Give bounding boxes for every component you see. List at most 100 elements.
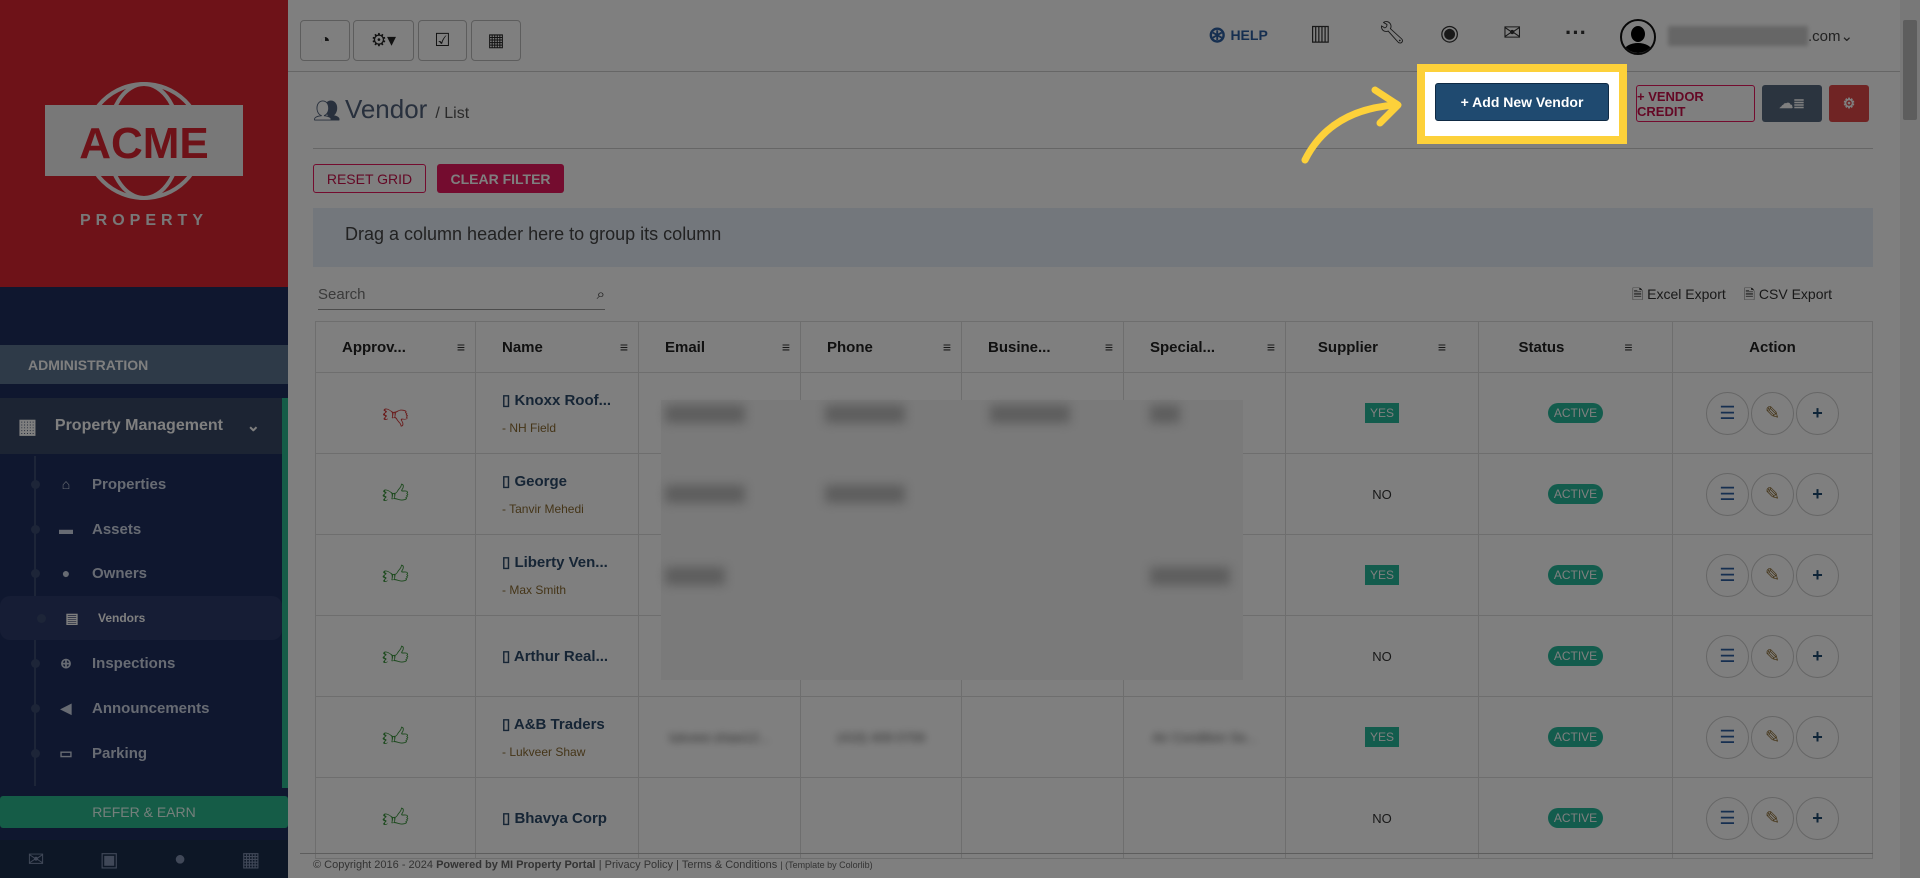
edit-button[interactable]: ✎	[1751, 715, 1794, 759]
svg-text:PROPERTY: PROPERTY	[80, 212, 208, 229]
vendor-name-link[interactable]: ▯ George	[502, 472, 567, 490]
filter-icon[interactable]: ≡	[620, 339, 628, 355]
thumbs-up-icon[interactable]: 👍︎	[382, 803, 409, 834]
details-button[interactable]: ☰	[1706, 634, 1749, 678]
pencil-icon: ✎	[1764, 726, 1781, 747]
wrench-icon[interactable]: 🔧︎	[1378, 20, 1406, 46]
column-header[interactable]: Name ≡	[476, 321, 639, 373]
edit-button[interactable]: ✎	[1751, 634, 1794, 678]
vendor-name-link[interactable]: ▯ Liberty Ven...	[502, 553, 608, 571]
add-button[interactable]: +	[1796, 472, 1839, 516]
calendar-button[interactable]: ☑	[418, 20, 467, 61]
table-cell: NO	[1286, 454, 1479, 535]
csv-export-button[interactable]: 🗎︎ CSV Export	[1744, 284, 1832, 308]
add-button[interactable]: +	[1796, 391, 1839, 435]
calculator-icon[interactable]: ▦	[241, 847, 260, 872]
sidebar-section-administration: ADMINISTRATION	[0, 345, 288, 384]
clear-filter-button[interactable]: CLEAR FILTER	[437, 164, 564, 193]
edit-button[interactable]: ✎	[1751, 553, 1794, 597]
sidebar-item-owners[interactable]: ● Owners	[0, 551, 282, 595]
details-button[interactable]: ☰	[1706, 472, 1749, 516]
column-header[interactable]: Phone ≡	[801, 321, 962, 373]
details-button[interactable]: ☰	[1706, 715, 1749, 759]
import-button[interactable]: ☁≣	[1762, 85, 1822, 122]
refer-earn-button[interactable]: REFER & EARN	[0, 796, 288, 828]
table-cell: ▯ Arthur Real...	[476, 616, 639, 697]
help-link[interactable]: ⊛ HELP	[1208, 22, 1268, 48]
pencil-icon: ✎	[1764, 807, 1781, 828]
filter-icon[interactable]: ≡	[457, 339, 465, 355]
sidebar-item-parking[interactable]: ▭ Parking	[0, 731, 282, 775]
redacted-value	[990, 405, 1070, 423]
settings-dropdown-button[interactable]: ⚙▾	[353, 20, 414, 61]
sidebar-group-property-management[interactable]: ▦ Property Management ⌄	[0, 398, 282, 454]
filter-icon[interactable]: ≡	[1105, 339, 1113, 355]
sidebar-item-vendors[interactable]: ▤ Vendors	[0, 596, 282, 640]
table-cell: ☰ ✎ +	[1673, 778, 1873, 859]
calculator-icon: ▦	[487, 30, 505, 50]
column-header[interactable]: Busine... ≡	[962, 321, 1124, 373]
logo[interactable]: ACME PROPERTY	[0, 0, 288, 287]
group-drop-zone[interactable]: Drag a column header here to group its c…	[313, 208, 1873, 267]
add-new-vendor-button[interactable]: + Add New Vendor	[1435, 83, 1609, 121]
add-button[interactable]: +	[1796, 796, 1839, 840]
privacy-link[interactable]: | Privacy Policy	[599, 859, 673, 871]
terms-link[interactable]: | Terms & Conditions	[676, 859, 777, 871]
column-header[interactable]: Special... ≡	[1124, 321, 1286, 373]
thumbs-up-icon[interactable]: 👍︎	[382, 560, 409, 591]
vendor-name-link[interactable]: ▯ Knoxx Roof...	[502, 391, 611, 409]
details-button[interactable]: ☰	[1706, 796, 1749, 840]
filter-icon[interactable]: ≡	[1267, 339, 1275, 355]
thumbs-up-icon[interactable]: 👍︎	[382, 722, 409, 753]
filter-icon[interactable]: ≡	[943, 339, 951, 355]
edit-button[interactable]: ✎	[1751, 391, 1794, 435]
more-icon[interactable]: ···	[1565, 20, 1587, 46]
thumbs-up-icon[interactable]: 👍︎	[382, 479, 409, 510]
column-header[interactable]: Supplier ≡	[1286, 321, 1479, 373]
scrollbar-thumb[interactable]	[1903, 20, 1917, 120]
user-menu[interactable]: .com ⌄	[1668, 26, 1853, 46]
mail-icon[interactable]: ✉	[1503, 20, 1521, 46]
add-button[interactable]: +	[1796, 553, 1839, 597]
sidebar-item-assets[interactable]: ▬ Assets	[0, 507, 282, 551]
user-icon[interactable]: ●	[174, 848, 186, 871]
column-header[interactable]: Approv... ≡	[315, 321, 476, 373]
add-button[interactable]: +	[1796, 634, 1839, 678]
column-header[interactable]: Status ≡	[1479, 321, 1673, 373]
vendor-credit-button[interactable]: + VENDOR CREDIT	[1636, 85, 1755, 122]
eye-icon[interactable]: ◉	[1440, 20, 1459, 46]
briefcase-icon[interactable]: ▣	[100, 847, 119, 872]
filter-icon[interactable]: ≡	[782, 339, 790, 355]
thumbs-down-icon[interactable]: 👎︎	[382, 398, 408, 429]
edit-button[interactable]: ✎	[1751, 796, 1794, 840]
filter-icon[interactable]: ≡	[1438, 339, 1446, 355]
settings-button[interactable]: ⚙	[1829, 85, 1869, 122]
reports-chart-icon[interactable]: ▥	[1310, 20, 1331, 46]
table-cell: 👎︎	[315, 373, 476, 454]
calculator-button[interactable]: ▦	[471, 20, 521, 61]
filter-icon[interactable]: ≡	[1624, 339, 1632, 355]
edit-button[interactable]: ✎	[1751, 472, 1794, 516]
add-button[interactable]: +	[1796, 715, 1839, 759]
column-header[interactable]: Email ≡	[639, 321, 801, 373]
thumbs-up-icon[interactable]: 👍︎	[382, 641, 409, 672]
powered-by-link[interactable]: Powered by MI Property Portal	[436, 859, 596, 871]
column-header[interactable]: Action	[1673, 321, 1873, 373]
csv-file-icon: 🗎︎	[1743, 286, 1759, 302]
details-button[interactable]: ☰	[1706, 553, 1749, 597]
avatar[interactable]	[1620, 19, 1656, 55]
details-button[interactable]: ☰	[1706, 391, 1749, 435]
search-field[interactable]: ⌕	[318, 280, 605, 310]
scrollbar[interactable]	[1900, 0, 1920, 878]
sidebar-item-announcements[interactable]: ◀ Announcements	[0, 686, 282, 730]
sidebar-item-properties[interactable]: ⌂ Properties	[0, 462, 282, 506]
search-input[interactable]	[318, 286, 597, 303]
vendor-name-link[interactable]: ▯ Bhavya Corp	[502, 809, 607, 827]
vendor-name-link[interactable]: ▯ A&B Traders	[502, 715, 605, 733]
dashboard-button[interactable]: ◔	[300, 20, 350, 61]
mail-icon[interactable]: ✉	[28, 847, 45, 872]
sidebar-item-inspections[interactable]: ⊕ Inspections	[0, 641, 282, 685]
vendor-name-link[interactable]: ▯ Arthur Real...	[502, 647, 608, 665]
excel-export-button[interactable]: 🗎︎ Excel Export	[1632, 284, 1726, 308]
reset-grid-button[interactable]: RESET GRID	[313, 164, 426, 193]
